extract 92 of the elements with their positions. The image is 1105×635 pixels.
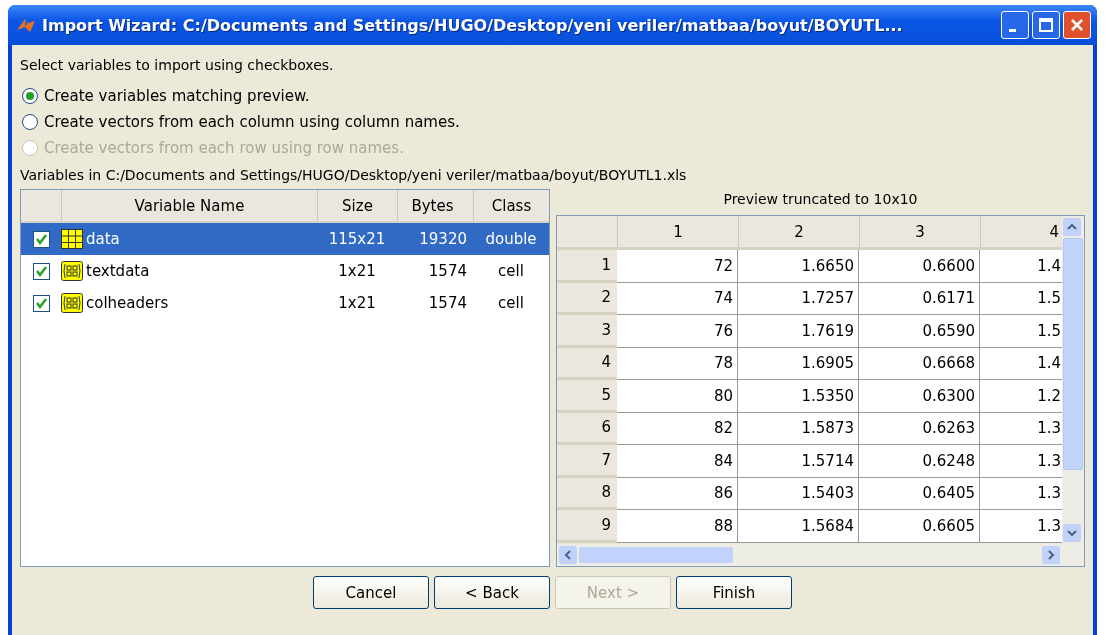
table-cell: 0.6300 — [859, 380, 980, 413]
size-cell-text: 1x21 — [337, 262, 377, 280]
table-cell: 0.6590 — [859, 315, 980, 348]
table-cell: 1.6905 — [738, 347, 859, 380]
row-header: 3 — [557, 315, 617, 348]
column-header[interactable]: 3 — [859, 216, 980, 247]
cell-array-icon — [61, 261, 83, 281]
wizard-button[interactable]: Finish — [676, 576, 792, 609]
table-cell: 1.5403 — [738, 477, 859, 510]
variable-row[interactable]: textdata 1x21 1574 cell — [21, 255, 549, 287]
table-cell: 0.6263 — [859, 412, 980, 445]
row-header: 4 — [557, 347, 617, 380]
size-cell-text: 1x21 — [337, 294, 377, 312]
class-cell-text: cell — [497, 294, 525, 312]
table-cell: 0.6171 — [859, 282, 980, 315]
horizontal-scrollbar[interactable] — [557, 544, 1084, 566]
window-title: Import Wizard: C:/Documents and Settings/HUGO/Desktop/yeni veriler/matbaa/boyut/BOYUTL... — [42, 15, 904, 35]
radio-option[interactable]: Create variables matching preview. — [22, 85, 310, 107]
maximize-button[interactable] — [1032, 11, 1060, 39]
row-header: 1 — [557, 250, 617, 283]
column-header[interactable]: 4 — [980, 216, 1062, 247]
table-cell: 1.4 — [980, 250, 1062, 283]
table-cell: 1.4 — [980, 347, 1062, 380]
row-header: 9 — [557, 510, 617, 543]
class-cell-text: double — [484, 230, 538, 248]
table-cell: 80 — [617, 380, 738, 413]
row-header: 5 — [557, 380, 617, 413]
checkbox[interactable] — [32, 230, 50, 248]
radio-circle[interactable] — [22, 88, 38, 104]
cell-array-icon — [61, 293, 83, 313]
table-cell: 82 — [617, 412, 738, 445]
row-header: 2 — [557, 282, 617, 315]
table-cell: 84 — [617, 445, 738, 478]
checkbox[interactable] — [32, 262, 50, 280]
table-cell: 1.2 — [980, 380, 1062, 413]
grid-icon — [61, 229, 83, 249]
row-header: 7 — [557, 445, 617, 478]
column-header[interactable]: Class — [473, 190, 549, 221]
table-cell: 76 — [617, 315, 738, 348]
table-cell: 1.5 — [980, 282, 1062, 315]
column-header[interactable]: 1 — [617, 216, 738, 247]
radio-circle[interactable] — [22, 114, 38, 130]
table-cell: 86 — [617, 477, 738, 510]
vertical-scrollbar[interactable] — [1062, 216, 1084, 544]
row-header: 6 — [557, 412, 617, 445]
bytes-cell-text: 1574 — [427, 262, 468, 280]
variables-caption: Variables in C:/Documents and Settings/HUGO/Desktop/yeni veriler/matbaa/boyut/BOYUTL1.xls — [20, 167, 688, 183]
table-cell: 0.6600 — [859, 250, 980, 283]
variable-row[interactable]: colheaders 1x21 1574 cell — [21, 287, 549, 319]
table-cell: 1.5350 — [738, 380, 859, 413]
table-cell: 0.6248 — [859, 445, 980, 478]
wizard-button[interactable]: Cancel — [313, 576, 429, 609]
close-button[interactable] — [1063, 11, 1091, 39]
table-cell: 0.6668 — [859, 347, 980, 380]
table-cell: 72 — [617, 250, 738, 283]
variable-name: data — [86, 230, 120, 248]
instruction-text: Select variables to import using checkboxes. — [20, 57, 335, 73]
row-header: 8 — [557, 477, 617, 510]
table-cell: 1.3 — [980, 510, 1062, 543]
checkbox[interactable] — [32, 294, 50, 312]
table-cell: 1.5684 — [738, 510, 859, 543]
minimize-button[interactable] — [1001, 11, 1029, 39]
table-cell: 1.6650 — [738, 250, 859, 283]
wizard-button[interactable]: < Back — [434, 576, 550, 609]
table-cell: 1.7257 — [738, 282, 859, 315]
table-cell: 1.5873 — [738, 412, 859, 445]
table-cell: 1.3 — [980, 412, 1062, 445]
table-cell: 0.6605 — [859, 510, 980, 543]
radio-option[interactable]: Create vectors from each column using column names. — [22, 111, 460, 133]
maximize-icon — [1036, 15, 1056, 35]
size-cell-text: 115x21 — [327, 230, 387, 248]
column-header[interactable]: Variable Name — [61, 190, 317, 221]
table-cell: 1.3 — [980, 477, 1062, 510]
variable-name: textdata — [86, 262, 150, 280]
column-header[interactable]: Size — [317, 190, 397, 221]
table-cell: 1.5714 — [738, 445, 859, 478]
minimize-icon — [1009, 28, 1016, 32]
variable-name: colheaders — [86, 294, 169, 312]
column-header[interactable]: Bytes — [397, 190, 473, 221]
table-cell: 78 — [617, 347, 738, 380]
column-header[interactable]: 2 — [738, 216, 859, 247]
bytes-cell-text: 1574 — [427, 294, 468, 312]
bytes-cell-text: 19320 — [418, 230, 468, 248]
table-cell: 1.7619 — [738, 315, 859, 348]
table-cell: 74 — [617, 282, 738, 315]
table-cell: 88 — [617, 510, 738, 543]
class-cell-text: cell — [497, 262, 525, 280]
table-cell: 1.3 — [980, 445, 1062, 478]
variable-row[interactable]: data 115x21 19320 double — [21, 223, 549, 255]
table-cell: 0.6405 — [859, 477, 980, 510]
table-cell: 1.5 — [980, 315, 1062, 348]
preview-title: Preview truncated to 10x10 — [722, 190, 919, 209]
